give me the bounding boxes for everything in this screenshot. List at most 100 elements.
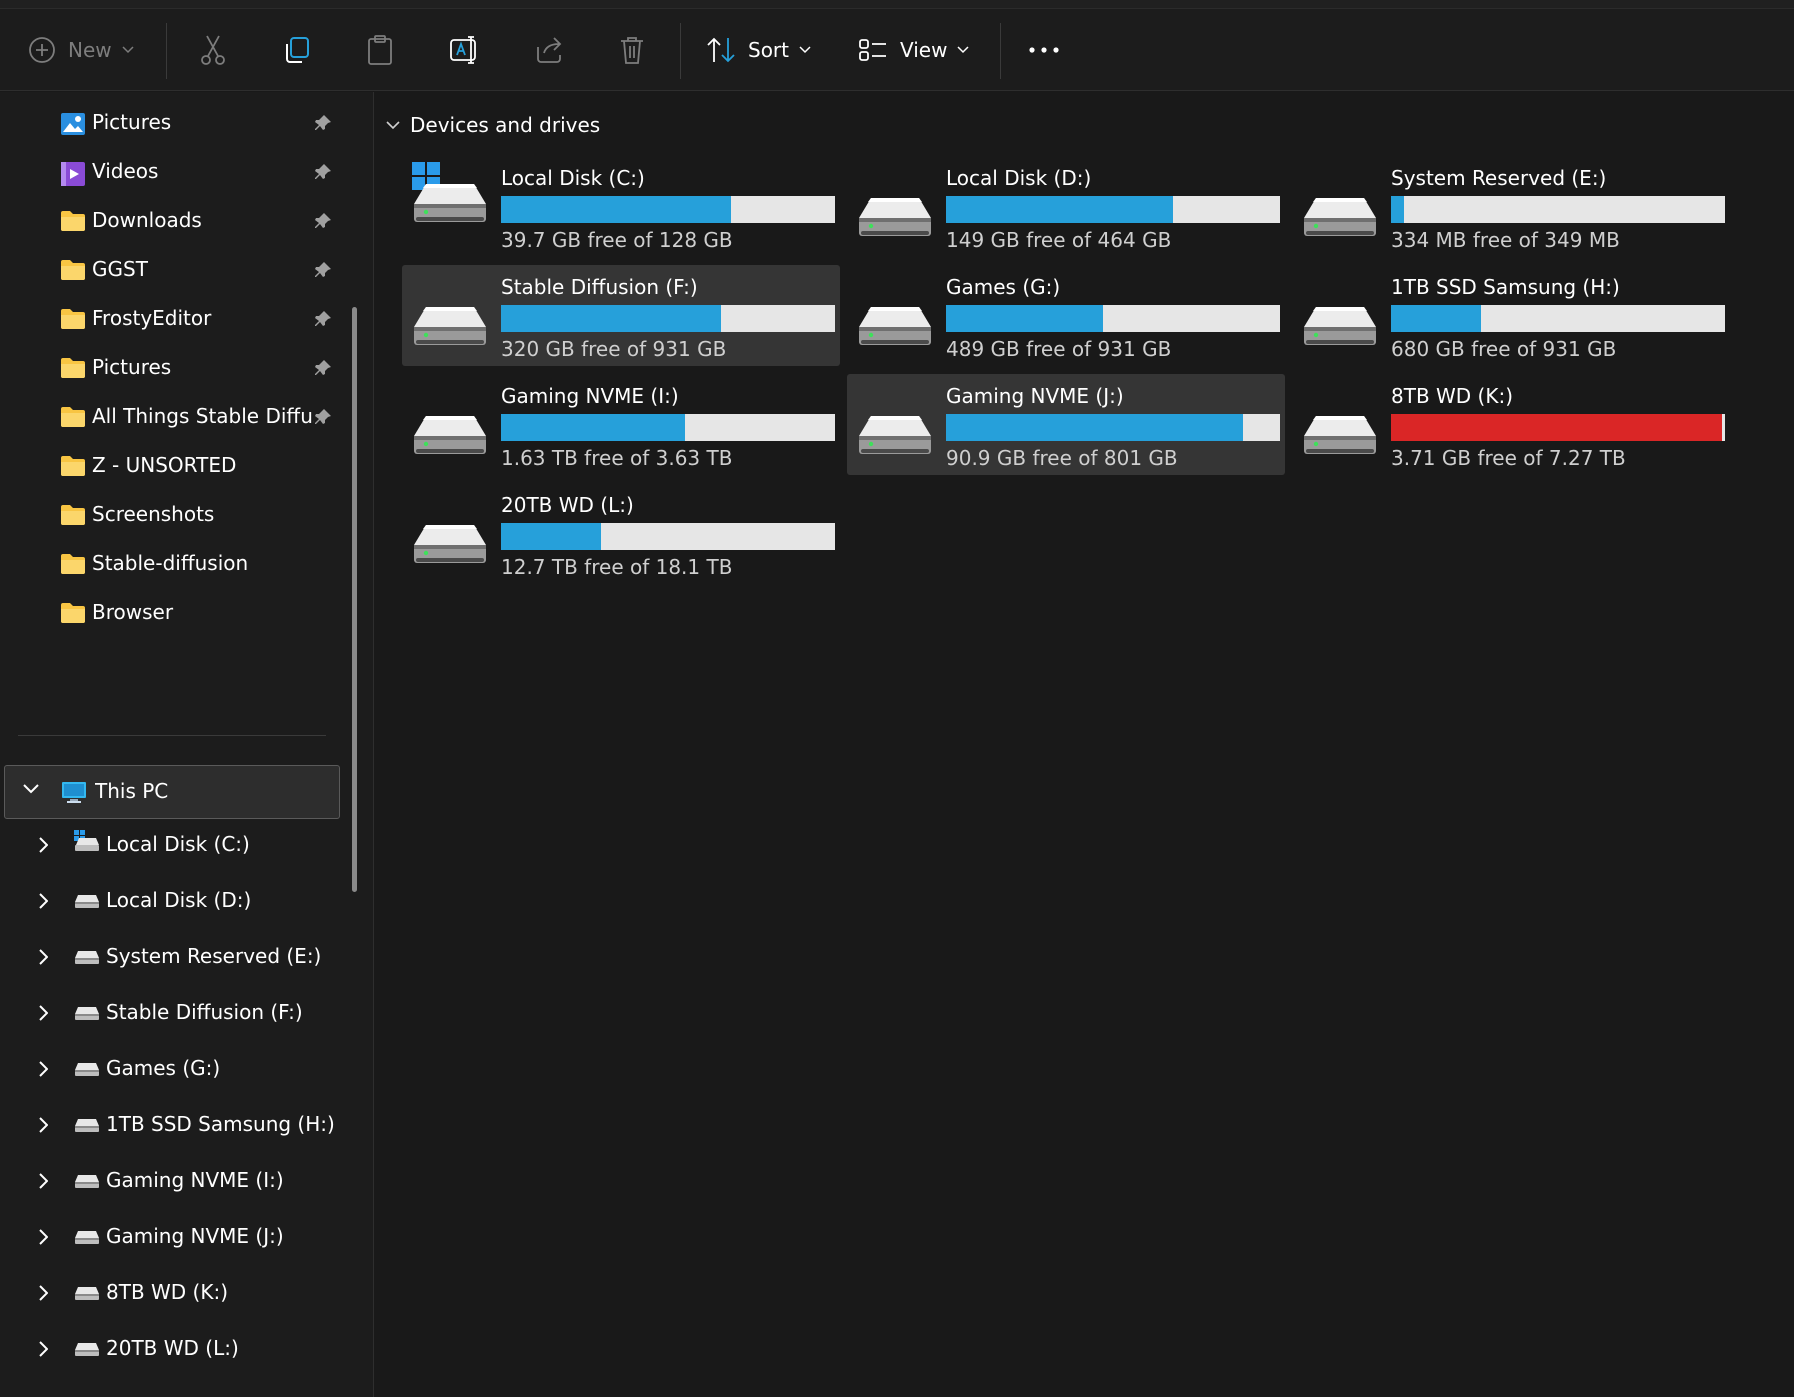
sort-icon [707, 37, 735, 63]
free-space-text: 39.7 GB free of 128 GB [501, 228, 733, 252]
sidebar-drive-20tb-wd-l[interactable]: 20TB WD (L:) [0, 1326, 350, 1374]
free-space-text: 3.71 GB free of 7.27 TB [1391, 446, 1626, 470]
drive-tile-1tb-ssd-samsung-h[interactable]: 1TB SSD Samsung (H:) 680 GB free of 931 G… [1292, 265, 1730, 366]
drive-icon [1302, 176, 1378, 244]
copy-button[interactable] [282, 30, 312, 70]
drive-tile-system-reserved-e[interactable]: System Reserved (E:) 334 MB free of 349 M… [1292, 156, 1730, 257]
plus-circle-icon [29, 37, 55, 63]
pin-icon [314, 310, 332, 332]
usage-bar [501, 414, 835, 441]
drive-tile-8tb-wd-k[interactable]: 8TB WD (K:) 3.71 GB free of 7.27 TB [1292, 374, 1730, 475]
sidebar-item-label: Pictures [92, 110, 172, 134]
drive-tile-stable-diffusion-f[interactable]: Stable Diffusion (F:) 320 GB free of 931 … [402, 265, 840, 366]
sidebar-drive-1tb-ssd-samsung-h[interactable]: 1TB SSD Samsung (H:) [0, 1102, 350, 1150]
pin-icon [314, 163, 332, 185]
drive-tile-local-disk-d[interactable]: Local Disk (D:) 149 GB free of 464 GB [847, 156, 1285, 257]
trash-icon [621, 37, 643, 64]
sidebar-item-ggst[interactable]: GGST [0, 247, 350, 295]
sidebar-item-label: Screenshots [92, 502, 215, 526]
new-label: New [68, 38, 112, 62]
scissors-icon [201, 35, 225, 65]
drive-name: 20TB WD (L:) [501, 493, 634, 517]
devices-section-header[interactable]: Devices and drives [386, 110, 600, 140]
chevron-right-icon [39, 893, 48, 909]
chevron-right-icon [39, 1005, 48, 1021]
sidebar-item-videos[interactable]: Videos [0, 149, 350, 197]
usage-bar [1391, 196, 1725, 223]
sidebar-drive-label: Stable Diffusion (F:) [106, 1000, 303, 1024]
share-button[interactable] [534, 30, 564, 70]
drive-icon [412, 394, 488, 462]
sidebar-drive-local-disk-c[interactable]: Local Disk (C:) [0, 822, 350, 870]
chevron-down-icon [23, 784, 39, 794]
sidebar-item-label: Browser [92, 600, 174, 624]
drive-icon [1302, 285, 1378, 353]
new-button[interactable]: New [28, 30, 134, 70]
sidebar-item-stable-diffusion[interactable]: Stable-diffusion [0, 541, 350, 589]
sidebar-item-pictures[interactable]: Pictures [0, 100, 350, 148]
drive-icon [74, 1229, 100, 1249]
drive-icon [412, 285, 488, 353]
sidebar-divider [18, 735, 326, 736]
drive-name: Gaming NVME (J:) [946, 384, 1124, 408]
drive-icon [74, 1173, 100, 1193]
sidebar-item-this-pc[interactable]: This PC [4, 765, 340, 819]
pin-icon [314, 408, 332, 430]
paste-button[interactable] [366, 30, 394, 70]
sidebar-item-all-things-stable-diffusi[interactable]: All Things Stable Diffusi [0, 394, 350, 442]
sidebar-item-z-unsorted[interactable]: Z - UNSORTED [0, 443, 350, 491]
section-title: Devices and drives [410, 113, 601, 137]
sidebar-drive-system-reserved-e[interactable]: System Reserved (E:) [0, 934, 350, 982]
drive-name: Gaming NVME (I:) [501, 384, 679, 408]
folder-icon [60, 406, 86, 432]
more-options-button[interactable] [1028, 30, 1060, 70]
folder-icon [60, 308, 86, 334]
view-button[interactable]: View [858, 30, 969, 70]
drive-tile-gaming-nvme-j[interactable]: Gaming NVME (J:) 90.9 GB free of 801 GB [847, 374, 1285, 475]
usage-bar-fill [946, 305, 1103, 332]
sidebar-drive-label: Gaming NVME (J:) [106, 1224, 284, 1248]
usage-bar-fill [1391, 305, 1482, 332]
pictures-icon [60, 112, 86, 140]
sidebar-drive-games-g[interactable]: Games (G:) [0, 1046, 350, 1094]
sidebar-drive-label: 1TB SSD Samsung (H:) [106, 1112, 335, 1136]
sidebar-item-label: Videos [92, 159, 159, 183]
sort-button[interactable]: Sort [706, 30, 811, 70]
drive-tile-games-g[interactable]: Games (G:) 489 GB free of 931 GB [847, 265, 1285, 366]
sidebar-drive-gaming-nvme-j[interactable]: Gaming NVME (J:) [0, 1214, 350, 1262]
usage-bar [501, 305, 835, 332]
chevron-right-icon [39, 1341, 48, 1357]
drive-tile-gaming-nvme-i[interactable]: Gaming NVME (I:) 1.63 TB free of 3.63 TB [402, 374, 840, 475]
drive-tile-20tb-wd-l[interactable]: 20TB WD (L:) 12.7 TB free of 18.1 TB [402, 483, 840, 584]
sidebar-drive-local-disk-d[interactable]: Local Disk (D:) [0, 878, 350, 926]
title-strip [0, 0, 1794, 9]
sidebar-item-downloads[interactable]: Downloads [0, 198, 350, 246]
drive-name: Games (G:) [946, 275, 1061, 299]
sidebar-drive-stable-diffusion-f[interactable]: Stable Diffusion (F:) [0, 990, 350, 1038]
free-space-text: 320 GB free of 931 GB [501, 337, 727, 361]
sort-label: Sort [748, 38, 789, 62]
this-pc-label: This PC [95, 779, 169, 803]
drive-icon [857, 285, 933, 353]
chevron-right-icon [39, 1061, 48, 1077]
usage-bar-fill [1391, 414, 1722, 441]
cut-button[interactable] [198, 30, 228, 70]
sidebar-drive-8tb-wd-k[interactable]: 8TB WD (K:) [0, 1270, 350, 1318]
sidebar-drive-gaming-nvme-i[interactable]: Gaming NVME (I:) [0, 1158, 350, 1206]
usage-bar [946, 305, 1280, 332]
drive-tile-local-disk-c[interactable]: Local Disk (C:) 39.7 GB free of 128 GB [402, 156, 840, 257]
rename-button[interactable] [449, 30, 481, 70]
sidebar-scrollbar[interactable] [352, 307, 357, 892]
chevron-right-icon [39, 949, 48, 965]
sidebar-item-screenshots[interactable]: Screenshots [0, 492, 350, 540]
sidebar-item-browser[interactable]: Browser [0, 590, 350, 638]
sidebar-item-label: All Things Stable Diffusi [92, 404, 314, 428]
view-label: View [900, 38, 948, 62]
chevron-right-icon [39, 1173, 48, 1189]
sidebar-item-pictures[interactable]: Pictures [0, 345, 350, 393]
usage-bar [946, 414, 1280, 441]
free-space-text: 489 GB free of 931 GB [946, 337, 1172, 361]
delete-button[interactable] [618, 30, 646, 70]
sidebar-item-frostyeditor[interactable]: FrostyEditor [0, 296, 350, 344]
free-space-text: 12.7 TB free of 18.1 TB [501, 555, 733, 579]
